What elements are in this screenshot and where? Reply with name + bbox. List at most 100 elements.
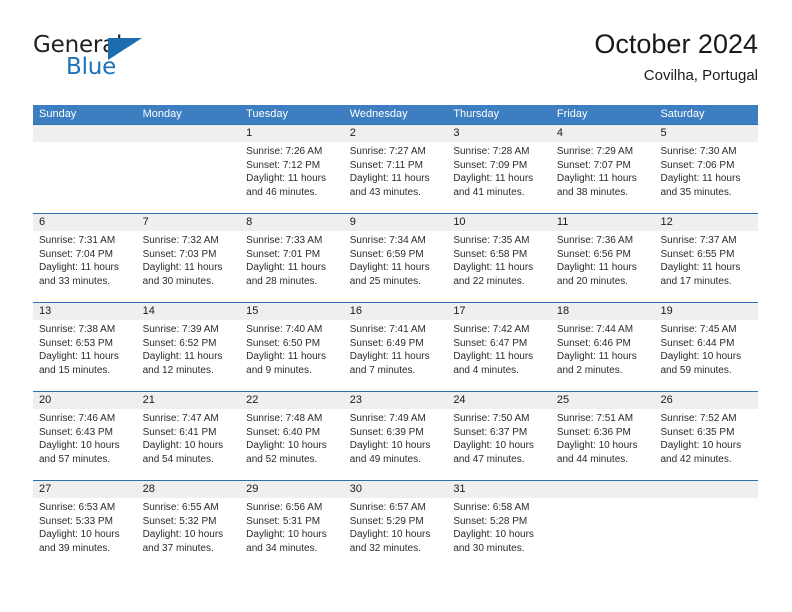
daylight-text-2: and 22 minutes.	[453, 275, 525, 287]
day-number[interactable]	[551, 481, 655, 498]
day-number[interactable]	[137, 125, 241, 142]
daylight-text-2: and 44 minutes.	[556, 453, 629, 465]
day-detail-band: Sunrise: 6:53 AM Sunset: 5:33 PM Dayligh…	[33, 498, 758, 569]
day-cell[interactable]: Sunrise: 7:45 AM Sunset: 6:44 PM Dayligh…	[654, 320, 758, 391]
day-cell[interactable]: Sunrise: 7:41 AM Sunset: 6:49 PM Dayligh…	[344, 320, 448, 391]
day-number[interactable]: 28	[137, 481, 241, 498]
day-cell[interactable]: Sunrise: 7:29 AM Sunset: 7:07 PM Dayligh…	[551, 142, 655, 213]
daylight-text-2: and 41 minutes.	[453, 186, 525, 198]
day-cell[interactable]: Sunrise: 7:31 AM Sunset: 7:04 PM Dayligh…	[33, 231, 137, 302]
day-number[interactable]: 17	[447, 303, 551, 320]
day-number[interactable]	[33, 125, 137, 142]
day-number[interactable]: 29	[240, 481, 344, 498]
day-cell[interactable]: Sunrise: 6:53 AM Sunset: 5:33 PM Dayligh…	[33, 498, 137, 569]
daylight-text-2: and 33 minutes.	[39, 275, 111, 287]
day-number[interactable]: 8	[240, 214, 344, 231]
day-cell[interactable]: Sunrise: 7:27 AM Sunset: 7:11 PM Dayligh…	[344, 142, 448, 213]
day-cell[interactable]: Sunrise: 7:33 AM Sunset: 7:01 PM Dayligh…	[240, 231, 344, 302]
sunrise-text: Sunrise: 7:48 AM	[246, 413, 323, 424]
day-cell[interactable]	[33, 142, 137, 213]
day-cell[interactable]: Sunrise: 6:56 AM Sunset: 5:31 PM Dayligh…	[240, 498, 344, 569]
daylight-text-2: and 49 minutes.	[349, 453, 421, 465]
day-number[interactable]: 9	[344, 214, 448, 231]
day-number[interactable]: 25	[551, 392, 655, 409]
day-number[interactable]: 5	[654, 125, 758, 142]
day-number[interactable]: 22	[240, 392, 344, 409]
weekday-header-friday: Friday	[556, 108, 588, 120]
day-cell[interactable]: Sunrise: 7:30 AM Sunset: 7:06 PM Dayligh…	[654, 142, 758, 213]
day-cell[interactable]	[551, 498, 655, 569]
day-number[interactable]: 4	[551, 125, 655, 142]
day-number[interactable]: 3	[447, 125, 551, 142]
daylight-text-1: Daylight: 10 hours	[349, 440, 431, 451]
day-number[interactable]: 19	[654, 303, 758, 320]
daylight-text-2: and 12 minutes.	[142, 364, 214, 376]
day-cell[interactable]: Sunrise: 6:58 AM Sunset: 5:28 PM Dayligh…	[447, 498, 551, 569]
day-cell[interactable]: Sunrise: 7:47 AM Sunset: 6:41 PM Dayligh…	[137, 409, 241, 480]
sunrise-text: Sunrise: 7:34 AM	[349, 235, 426, 246]
day-cell[interactable]: Sunrise: 7:26 AM Sunset: 7:12 PM Dayligh…	[240, 142, 344, 213]
day-number[interactable]: 21	[137, 392, 241, 409]
day-number[interactable]: 20	[33, 392, 137, 409]
day-cell[interactable]: Sunrise: 7:36 AM Sunset: 6:56 PM Dayligh…	[551, 231, 655, 302]
daylight-text-2: and 20 minutes.	[556, 275, 629, 287]
day-cell[interactable]: Sunrise: 7:50 AM Sunset: 6:37 PM Dayligh…	[447, 409, 551, 480]
daylight-text-2: and 28 minutes.	[246, 275, 318, 287]
day-number[interactable]: 14	[137, 303, 241, 320]
day-number[interactable]: 15	[240, 303, 344, 320]
sunrise-text: Sunrise: 7:52 AM	[660, 413, 737, 424]
day-number[interactable]: 18	[551, 303, 655, 320]
day-number[interactable]	[654, 481, 758, 498]
sunrise-text: Sunrise: 6:55 AM	[142, 502, 219, 513]
day-cell[interactable]: Sunrise: 7:38 AM Sunset: 6:53 PM Dayligh…	[33, 320, 137, 391]
day-number[interactable]: 24	[447, 392, 551, 409]
daylight-text-2: and 38 minutes.	[556, 186, 629, 198]
day-cell[interactable]: Sunrise: 6:57 AM Sunset: 5:29 PM Dayligh…	[344, 498, 448, 569]
sunset-text: Sunset: 5:29 PM	[349, 515, 424, 527]
sunrise-text: Sunrise: 7:42 AM	[453, 324, 530, 335]
day-cell[interactable]: Sunrise: 7:32 AM Sunset: 7:03 PM Dayligh…	[137, 231, 241, 302]
day-cell[interactable]: Sunrise: 7:37 AM Sunset: 6:55 PM Dayligh…	[654, 231, 758, 302]
day-number[interactable]: 26	[654, 392, 758, 409]
day-cell[interactable]: Sunrise: 7:48 AM Sunset: 6:40 PM Dayligh…	[240, 409, 344, 480]
day-number[interactable]: 30	[344, 481, 448, 498]
day-cell[interactable]	[137, 142, 241, 213]
sunset-text: Sunset: 6:43 PM	[39, 426, 113, 438]
day-number[interactable]: 1	[240, 125, 344, 142]
page-title: October 2024	[594, 29, 758, 59]
day-cell[interactable]: Sunrise: 7:52 AM Sunset: 6:35 PM Dayligh…	[654, 409, 758, 480]
day-cell[interactable]: Sunrise: 7:34 AM Sunset: 6:59 PM Dayligh…	[344, 231, 448, 302]
sunset-text: Sunset: 7:06 PM	[660, 159, 735, 171]
day-number[interactable]: 6	[33, 214, 137, 231]
sunset-text: Sunset: 6:35 PM	[660, 426, 735, 438]
day-number[interactable]: 7	[137, 214, 241, 231]
page-header: General Blue October 2024 Covilha, Portu…	[33, 28, 758, 100]
day-cell[interactable]: Sunrise: 7:35 AM Sunset: 6:58 PM Dayligh…	[447, 231, 551, 302]
day-cell[interactable]: Sunrise: 7:39 AM Sunset: 6:52 PM Dayligh…	[137, 320, 241, 391]
day-cell[interactable]: Sunrise: 7:28 AM Sunset: 7:09 PM Dayligh…	[447, 142, 551, 213]
sunrise-text: Sunrise: 7:31 AM	[39, 235, 116, 246]
day-number[interactable]: 13	[33, 303, 137, 320]
day-number[interactable]: 2	[344, 125, 448, 142]
sunrise-text: Sunrise: 6:57 AM	[349, 502, 426, 513]
sunset-text: Sunset: 6:40 PM	[246, 426, 321, 438]
day-cell[interactable]: Sunrise: 7:51 AM Sunset: 6:36 PM Dayligh…	[551, 409, 655, 480]
sunrise-text: Sunrise: 7:51 AM	[556, 413, 634, 424]
daylight-text-1: Daylight: 10 hours	[246, 529, 327, 540]
day-cell[interactable]: Sunrise: 7:46 AM Sunset: 6:43 PM Dayligh…	[33, 409, 137, 480]
sunrise-text: Sunrise: 6:56 AM	[246, 502, 323, 513]
day-cell[interactable]: Sunrise: 7:49 AM Sunset: 6:39 PM Dayligh…	[344, 409, 448, 480]
day-cell[interactable]: Sunrise: 6:55 AM Sunset: 5:32 PM Dayligh…	[137, 498, 241, 569]
day-number[interactable]: 31	[447, 481, 551, 498]
day-number[interactable]: 23	[344, 392, 448, 409]
day-cell[interactable]: Sunrise: 7:44 AM Sunset: 6:46 PM Dayligh…	[551, 320, 655, 391]
day-cell[interactable]	[654, 498, 758, 569]
daylight-text-2: and 37 minutes.	[142, 542, 214, 554]
day-cell[interactable]: Sunrise: 7:42 AM Sunset: 6:47 PM Dayligh…	[447, 320, 551, 391]
day-number[interactable]: 27	[33, 481, 137, 498]
day-cell[interactable]: Sunrise: 7:40 AM Sunset: 6:50 PM Dayligh…	[240, 320, 344, 391]
day-number[interactable]: 11	[551, 214, 655, 231]
day-number[interactable]: 12	[654, 214, 758, 231]
day-number[interactable]: 16	[344, 303, 448, 320]
day-number[interactable]: 10	[447, 214, 551, 231]
